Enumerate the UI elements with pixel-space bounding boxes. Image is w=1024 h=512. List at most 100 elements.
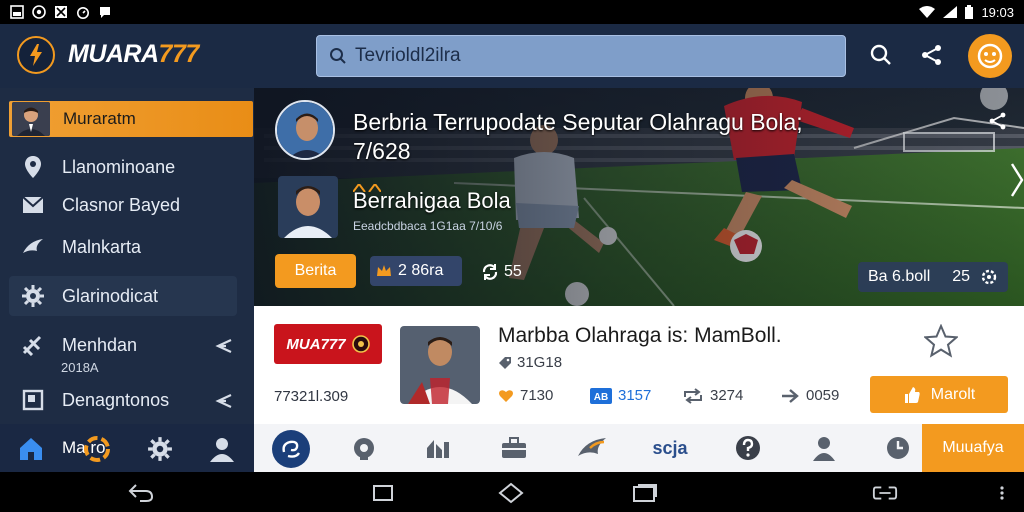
user-icon [813,437,835,461]
article-thumbnail[interactable] [400,326,480,404]
brand-logo-card[interactable]: MUA777 [274,324,382,364]
brand-logo-icon[interactable] [17,36,55,74]
arrow-icon [782,388,799,403]
slash-tools-icon [20,332,46,358]
sidebar-item-menhdan[interactable]: Menhdan [20,328,137,362]
wifi-icon [919,6,936,18]
nav-help-button[interactable] [730,430,766,466]
frame-icon [20,387,46,413]
hero-title[interactable]: Berbria Terrupodate Seputar Olahragu Bol… [353,108,813,166]
more-vertical-icon [1000,486,1004,500]
sidebar-item-glarinodicat[interactable]: Glarinodicat [9,276,237,316]
match-info-badge[interactable]: Ba 6.boll 25 [858,262,1008,292]
arrow-left-icon[interactable] [214,336,234,356]
swirl-icon [282,440,301,458]
mail-icon [20,192,46,218]
star-icon [924,324,958,358]
crown-icon [377,265,391,276]
ab-badge-icon: AB [590,387,612,404]
bird-icon [578,438,606,456]
author-avatar[interactable] [275,100,335,160]
match-info-label: Ba 6.boll [868,268,931,285]
stat-value: 3157 [618,387,652,404]
rotate-button[interactable] [872,482,898,504]
clock-icon [887,437,909,459]
stat-likes[interactable]: 7130 [498,387,553,404]
camera-icon [354,438,374,460]
back-button[interactable] [128,482,154,504]
repeat-icon [684,387,702,404]
svg-text:AB: AB [594,392,608,403]
search-button[interactable] [866,40,896,70]
shares-badge[interactable]: 55 [480,258,522,286]
avatar [12,102,50,136]
link-icon [872,486,898,500]
share-icon [922,45,941,65]
nav-cta-button[interactable]: Muuafya [922,424,1024,472]
square-icon [373,485,393,501]
status-bar: 19:03 [0,0,1024,24]
sync-icon [482,264,498,280]
shares-count: 55 [504,263,522,280]
user-icon[interactable] [208,436,236,462]
read-more-label: Marolt [930,385,976,403]
search-input[interactable] [355,45,825,67]
sidebar-item-label: Llanominoane [62,156,176,177]
bird-icon [20,234,46,260]
gear-icon [20,283,46,309]
home-system-button[interactable] [498,482,524,504]
stat-forwards[interactable]: 0059 [780,387,839,404]
stat-reposts[interactable]: 3274 [682,387,743,404]
article-title[interactable]: Marbba Olahraga is: MamBoll. [498,324,782,348]
sidebar-item-label: Menhdan [62,334,138,355]
views-badge[interactable]: 2 86ra [370,256,462,286]
gear-icon[interactable] [147,436,173,462]
nav-clock-button[interactable] [880,430,916,466]
category-tag-button[interactable]: Berita [275,254,356,288]
sidebar-item-label: Denagntonos [62,389,170,410]
share-button[interactable] [917,40,947,70]
settings-cog-icon [981,269,997,285]
read-more-button[interactable]: Marolt [870,376,1008,413]
profile-avatar-button[interactable] [968,34,1012,78]
sidebar-item-label: Clasnor Bayed [62,194,181,215]
tag-icon [499,356,511,369]
recents-button[interactable] [370,482,396,504]
sidebar-active-label: Muraratm [63,109,136,128]
nav-briefcase-button[interactable] [496,430,532,466]
chart-bars-icon [427,440,449,458]
arrow-left-icon[interactable] [214,391,234,411]
overview-button[interactable] [632,482,658,504]
brand-name[interactable]: MUARA777 [68,40,199,69]
nav-text-item[interactable]: scja [646,430,694,466]
home-icon[interactable] [18,436,44,462]
favorite-button[interactable] [922,322,960,360]
article-count-value: 31G18 [517,354,563,371]
loading-ring-icon [84,436,110,462]
nav-camera-button[interactable] [346,430,382,466]
stat-comments[interactable]: AB 3157 [590,387,651,404]
sidebar-item-active[interactable]: Muraratm [9,101,253,137]
help-icon [736,436,760,460]
nav-home-button[interactable] [272,430,310,468]
views-count: 2 86ra [398,262,444,279]
nav-bird-button[interactable] [574,430,610,466]
heart-icon [499,389,513,402]
sidebar-item-llanominoane[interactable]: Llanominoane [20,150,175,184]
at-icon [32,5,46,19]
share-icon[interactable] [988,111,1008,131]
thumbs-up-icon [904,386,920,403]
back-arrow-icon [128,484,154,502]
sidebar-item-malnkarta[interactable]: Malnkarta [20,230,141,264]
sidebar-item-denagntonos[interactable]: Denagntonos [20,383,169,417]
nav-stats-button[interactable] [420,430,456,466]
signal-icon [943,6,958,18]
sidebar-item-clasnor-bayed[interactable]: Clasnor Bayed [20,188,180,222]
sidebar-item-sublabel: 2018A [61,360,99,375]
nav-profile-button[interactable] [806,430,842,466]
more-menu-button[interactable] [992,482,1012,504]
chevron-right-icon[interactable] [1010,160,1024,200]
hero-meta: Eeadcbdbaca 1G1aa 7/10/6 [353,219,503,233]
search-bar[interactable] [316,35,846,77]
briefcase-icon [502,437,526,458]
